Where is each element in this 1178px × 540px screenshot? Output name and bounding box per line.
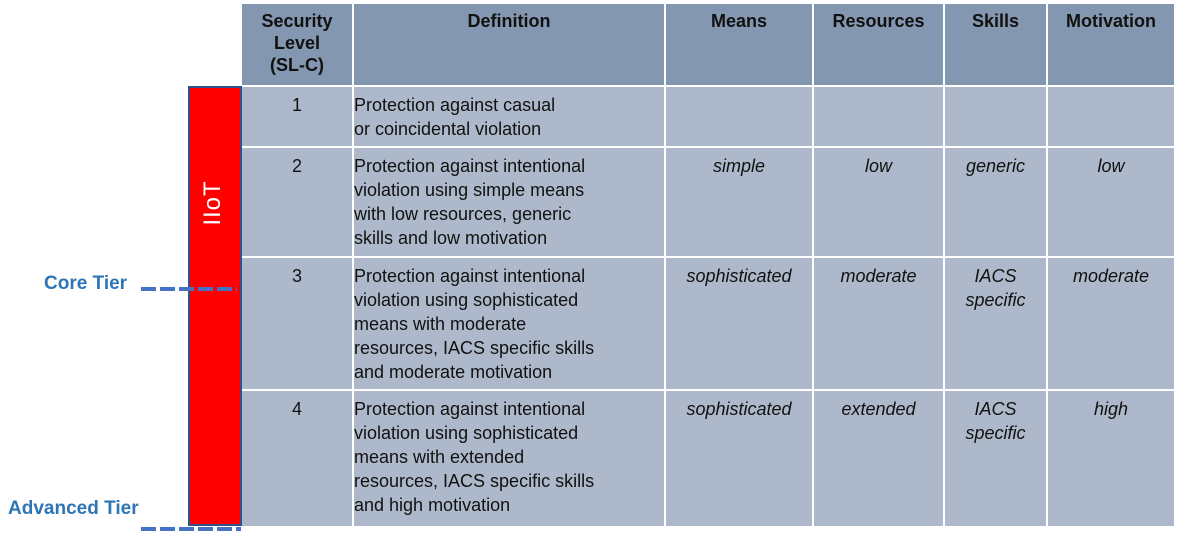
header-means: Means bbox=[664, 4, 814, 87]
cell-motivation: moderate bbox=[1046, 255, 1174, 392]
cell-motivation: low bbox=[1046, 146, 1174, 258]
header-line: Level bbox=[273, 33, 321, 53]
cell-skills: IACS specific bbox=[943, 389, 1048, 526]
advanced-tier-dashed-line bbox=[141, 527, 241, 531]
cell-definition: Protection against casual or coincidenta… bbox=[352, 84, 666, 149]
cell-resources: moderate bbox=[812, 255, 945, 392]
header-motivation: Motivation bbox=[1046, 4, 1174, 87]
cell-definition: Protection against intentional violation… bbox=[352, 255, 666, 392]
cell-level: 2 bbox=[242, 146, 354, 258]
definition-line: and moderate motivation bbox=[354, 361, 553, 382]
table-row: 4 Protection against intentional violati… bbox=[242, 389, 1174, 526]
cell-resources bbox=[812, 84, 945, 149]
definition-line: means with extended bbox=[354, 447, 525, 468]
definition-line: with low resources, generic bbox=[354, 204, 572, 225]
definition-line: resources, IACS specific skills bbox=[354, 471, 595, 492]
core-tier-dashed-line bbox=[141, 287, 237, 291]
header-definition: Definition bbox=[352, 4, 666, 87]
cell-skills: IACS specific bbox=[943, 255, 1048, 392]
cell-motivation: high bbox=[1046, 389, 1174, 526]
cell-level: 4 bbox=[242, 389, 354, 526]
cell-resources: extended bbox=[812, 389, 945, 526]
table-row: 2 Protection against intentional violati… bbox=[242, 146, 1174, 258]
core-tier-label: Core Tier bbox=[44, 273, 128, 294]
header-line: (SL-C) bbox=[270, 55, 324, 75]
cell-means: simple bbox=[664, 146, 814, 258]
cell-means bbox=[664, 84, 814, 149]
cell-resources: low bbox=[812, 146, 945, 258]
cell-definition: Protection against intentional violation… bbox=[352, 389, 666, 526]
header-line: Security bbox=[261, 11, 333, 31]
header-skills: Skills bbox=[943, 4, 1048, 87]
definition-line: violation using sophisticated bbox=[354, 423, 579, 444]
cell-means: sophisticated bbox=[664, 389, 814, 526]
cell-skills: generic bbox=[943, 146, 1048, 258]
definition-line: violation using sophisticated bbox=[354, 289, 579, 310]
definition-line: Protection against casual bbox=[354, 95, 556, 115]
skills-line: IACS bbox=[974, 399, 1017, 420]
header-resources: Resources bbox=[812, 4, 945, 87]
security-level-table: Security Level (SL-C) Definition Means R… bbox=[242, 4, 1174, 526]
definition-line: violation using simple means bbox=[354, 180, 585, 201]
definition-line: means with moderate bbox=[354, 313, 527, 334]
table-row: 1 Protection against casual or coinciden… bbox=[242, 84, 1174, 149]
advanced-tier-label: Advanced Tier bbox=[8, 498, 139, 519]
cell-definition: Protection against intentional violation… bbox=[352, 146, 666, 258]
definition-line: Protection against intentional bbox=[354, 265, 586, 286]
table-row: 3 Protection against intentional violati… bbox=[242, 255, 1174, 392]
definition-line: and high motivation bbox=[354, 495, 511, 516]
cell-level: 1 bbox=[242, 84, 354, 149]
iiot-label: IIoT bbox=[199, 180, 226, 226]
cell-motivation bbox=[1046, 84, 1174, 149]
definition-line: Protection against intentional bbox=[354, 399, 586, 420]
header-security-level: Security Level (SL-C) bbox=[242, 4, 354, 87]
skills-line: specific bbox=[965, 423, 1026, 444]
skills-line: specific bbox=[965, 289, 1026, 310]
cell-skills bbox=[943, 84, 1048, 149]
definition-line: or coincidental violation bbox=[354, 119, 542, 139]
iiot-scope-bar bbox=[188, 86, 242, 526]
cell-means: sophisticated bbox=[664, 255, 814, 392]
definition-line: Protection against intentional bbox=[354, 156, 586, 177]
skills-line: IACS bbox=[974, 265, 1017, 286]
definition-line: skills and low motivation bbox=[354, 228, 548, 249]
table-header-row: Security Level (SL-C) Definition Means R… bbox=[242, 4, 1174, 87]
definition-line: resources, IACS specific skills bbox=[354, 337, 595, 358]
cell-level: 3 bbox=[242, 255, 354, 392]
